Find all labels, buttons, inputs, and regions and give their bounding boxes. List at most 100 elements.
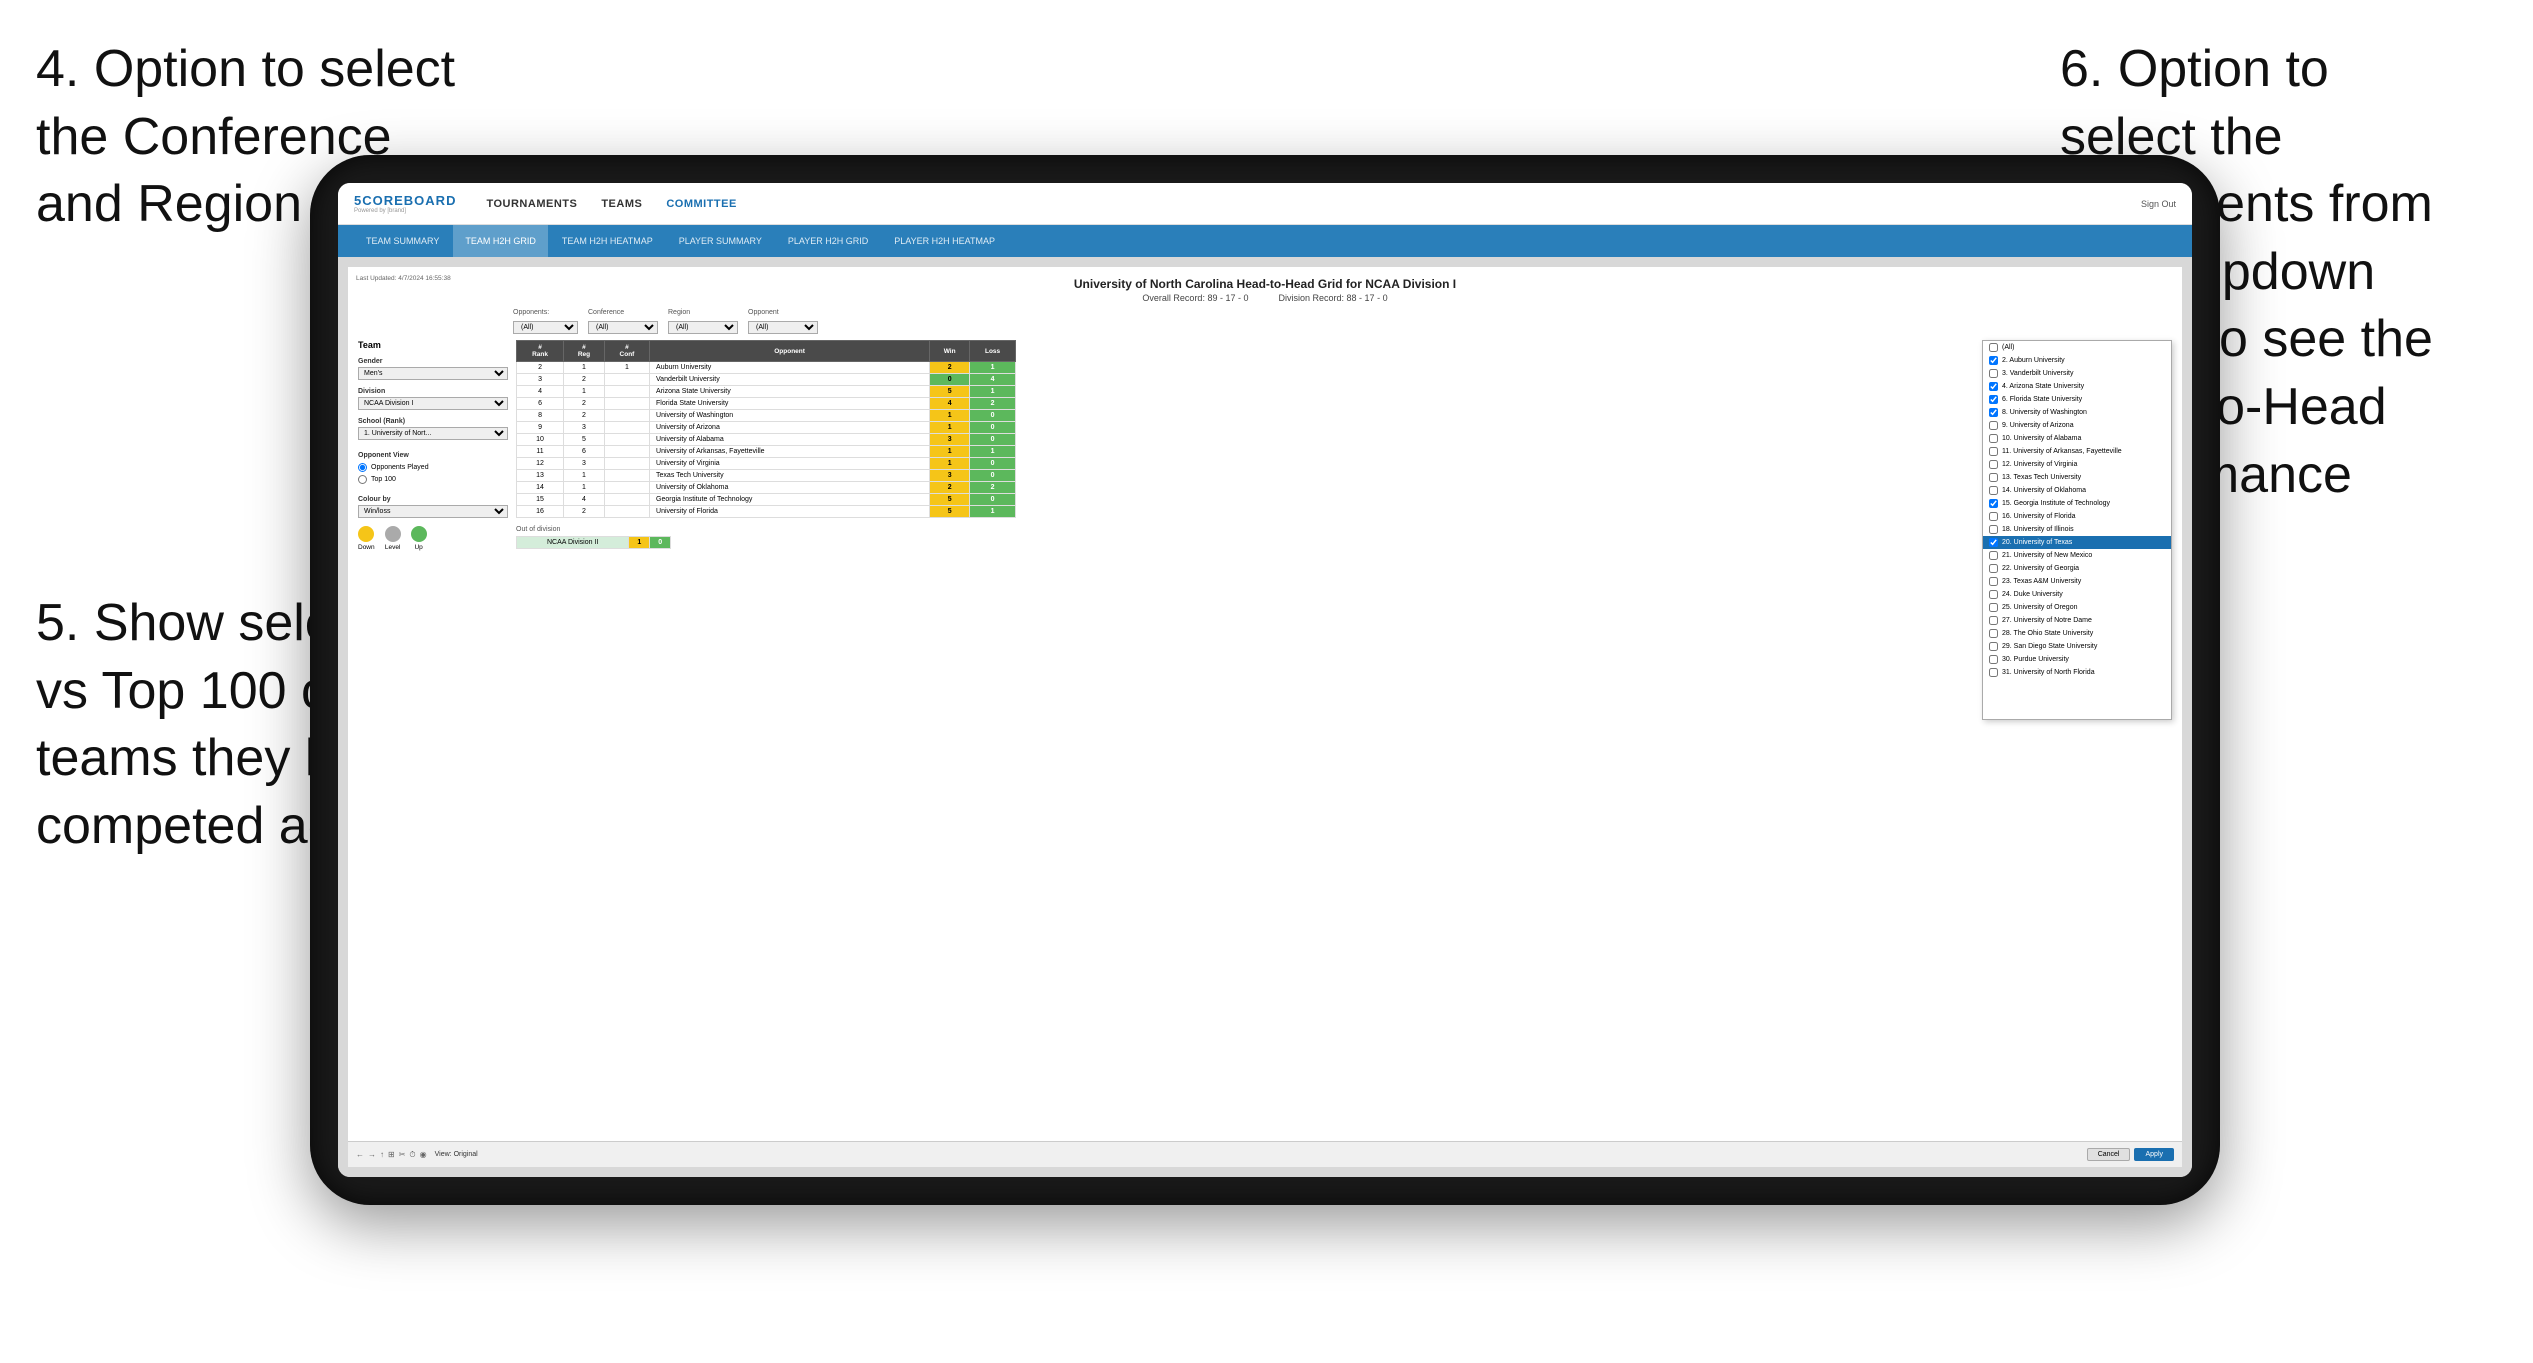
dropdown-item[interactable]: 31. University of North Florida	[1983, 666, 2171, 679]
dropdown-checkbox[interactable]	[1989, 421, 1998, 430]
dropdown-checkbox[interactable]	[1989, 499, 1998, 508]
conference-select[interactable]: (All)	[588, 321, 658, 334]
dropdown-item[interactable]: 10. University of Alabama	[1983, 432, 2171, 445]
dropdown-item[interactable]: 2. Auburn University	[1983, 354, 2171, 367]
dropdown-item[interactable]: 4. Arizona State University	[1983, 380, 2171, 393]
sub-nav-player-summary[interactable]: PLAYER SUMMARY	[667, 225, 774, 257]
dropdown-checkbox[interactable]	[1989, 590, 1998, 599]
overall-record: Overall Record: 89 - 17 - 0	[1142, 293, 1248, 303]
region-label: Region	[668, 309, 738, 316]
annotation-right-line1: 6. Option to	[2060, 40, 2329, 98]
table-row: 2	[517, 362, 564, 374]
cancel-button[interactable]: Cancel	[2087, 1148, 2131, 1161]
dropdown-item[interactable]: 9. University of Arizona	[1983, 419, 2171, 432]
sub-nav-team-h2h-grid[interactable]: TEAM H2H GRID	[453, 225, 548, 257]
dropdown-checkbox[interactable]	[1989, 616, 1998, 625]
data-table-container: #Rank #Reg #Conf Opponent Win Loss 2	[516, 340, 1974, 1100]
dropdown-item[interactable]: 12. University of Virginia	[1983, 458, 2171, 471]
dropdown-item[interactable]: 27. University of Notre Dame	[1983, 614, 2171, 627]
table-row: 10	[517, 434, 564, 446]
out-division-win: 1	[629, 537, 650, 549]
sub-nav-player-h2h-heatmap[interactable]: PLAYER H2H HEATMAP	[882, 225, 1007, 257]
dropdown-checkbox[interactable]	[1989, 447, 1998, 456]
apply-button[interactable]: Apply	[2134, 1148, 2174, 1161]
dropdown-item[interactable]: 15. Georgia Institute of Technology	[1983, 497, 2171, 510]
division-select[interactable]: NCAA Division I	[358, 397, 508, 410]
dropdown-item[interactable]: 30. Purdue University	[1983, 653, 2171, 666]
dropdown-checkbox[interactable]	[1989, 356, 1998, 365]
dropdown-checkbox[interactable]	[1989, 395, 1998, 404]
dropdown-checkbox[interactable]	[1989, 629, 1998, 638]
sub-nav-team-h2h-heatmap[interactable]: TEAM H2H HEATMAP	[550, 225, 665, 257]
annotation-line3: and Region	[36, 175, 302, 233]
opponents-played-radio[interactable]	[358, 463, 367, 472]
sub-nav-player-h2h-grid[interactable]: PLAYER H2H GRID	[776, 225, 880, 257]
dropdown-item[interactable]: 23. Texas A&M University	[1983, 575, 2171, 588]
dropdown-checkbox[interactable]	[1989, 369, 1998, 378]
dropdown-checkbox[interactable]	[1989, 460, 1998, 469]
dropdown-item[interactable]: 29. San Diego State University	[1983, 640, 2171, 653]
dropdown-item[interactable]: 18. University of Illinois	[1983, 523, 2171, 536]
sub-nav-team-summary[interactable]: TEAM SUMMARY	[354, 225, 451, 257]
top-100-option[interactable]: Top 100	[358, 475, 508, 484]
dropdown-item[interactable]: (All)	[1983, 341, 2171, 354]
out-of-division-label: Out of division	[516, 526, 1974, 533]
dropdown-item[interactable]: 11. University of Arkansas, Fayetteville	[1983, 445, 2171, 458]
panel-title-area: University of North Carolina Head-to-Hea…	[358, 277, 2172, 303]
logo-text: 5COREBOARD	[354, 193, 456, 208]
out-division-name: NCAA Division II	[517, 537, 629, 549]
opponent-dropdown[interactable]: (All)2. Auburn University3. Vanderbilt U…	[1982, 340, 2172, 720]
nav-teams[interactable]: TEAMS	[601, 198, 642, 210]
colour-by-select[interactable]: Win/loss	[358, 505, 508, 518]
table-row: 12	[517, 458, 564, 470]
gender-select[interactable]: Men's	[358, 367, 508, 380]
table-row: 16	[517, 506, 564, 518]
dropdown-checkbox[interactable]	[1989, 434, 1998, 443]
dropdown-item[interactable]: 13. Texas Tech University	[1983, 471, 2171, 484]
dropdown-checkbox[interactable]	[1989, 551, 1998, 560]
opponents-played-option[interactable]: Opponents Played	[358, 463, 508, 472]
conference-label: Conference	[588, 309, 658, 316]
dropdown-checkbox[interactable]	[1989, 408, 1998, 417]
nav-committee[interactable]: COMMITTEE	[666, 198, 737, 210]
dropdown-item[interactable]: 20. University of Texas	[1983, 536, 2171, 549]
sign-out[interactable]: Sign Out	[2141, 199, 2176, 209]
dropdown-item[interactable]: 28. The Ohio State University	[1983, 627, 2171, 640]
dropdown-checkbox[interactable]	[1989, 668, 1998, 677]
nav-items: TOURNAMENTS TEAMS COMMITTEE	[486, 198, 2111, 210]
dropdown-checkbox[interactable]	[1989, 525, 1998, 534]
dropdown-item[interactable]: 6. Florida State University	[1983, 393, 2171, 406]
top-100-radio[interactable]	[358, 475, 367, 484]
col-conf: #Conf	[604, 341, 649, 362]
dropdown-item[interactable]: 25. University of Oregon	[1983, 601, 2171, 614]
region-select[interactable]: (All)	[668, 321, 738, 334]
col-opponent: Opponent	[650, 341, 930, 362]
opponent-select[interactable]: (All)	[748, 321, 818, 334]
dropdown-item[interactable]: 8. University of Washington	[1983, 406, 2171, 419]
dropdown-checkbox[interactable]	[1989, 486, 1998, 495]
dropdown-checkbox[interactable]	[1989, 473, 1998, 482]
opponents-select[interactable]: (All)	[513, 321, 578, 334]
school-rank-select[interactable]: 1. University of Nort...	[358, 427, 508, 440]
dropdown-checkbox[interactable]	[1989, 382, 1998, 391]
dropdown-item[interactable]: 21. University of New Mexico	[1983, 549, 2171, 562]
dropdown-item[interactable]: 14. University of Oklahoma	[1983, 484, 2171, 497]
dropdown-checkbox[interactable]	[1989, 642, 1998, 651]
dropdown-checkbox[interactable]	[1989, 655, 1998, 664]
col-win: Win	[930, 341, 970, 362]
dropdown-checkbox[interactable]	[1989, 538, 1998, 547]
table-row: 11	[517, 446, 564, 458]
nav-tournaments[interactable]: TOURNAMENTS	[486, 198, 577, 210]
conference-filter: Conference (All)	[588, 309, 658, 334]
dropdown-item[interactable]: 16. University of Florida	[1983, 510, 2171, 523]
dropdown-item[interactable]: 24. Duke University	[1983, 588, 2171, 601]
dropdown-checkbox[interactable]	[1989, 343, 1998, 352]
dropdown-item[interactable]: 3. Vanderbilt University	[1983, 367, 2171, 380]
dropdown-checkbox[interactable]	[1989, 603, 1998, 612]
colour-by-label: Colour by	[358, 496, 508, 503]
dropdown-checkbox[interactable]	[1989, 577, 1998, 586]
dropdown-checkbox[interactable]	[1989, 564, 1998, 573]
dropdown-checkbox[interactable]	[1989, 512, 1998, 521]
gender-label: Gender	[358, 358, 508, 365]
dropdown-item[interactable]: 22. University of Georgia	[1983, 562, 2171, 575]
